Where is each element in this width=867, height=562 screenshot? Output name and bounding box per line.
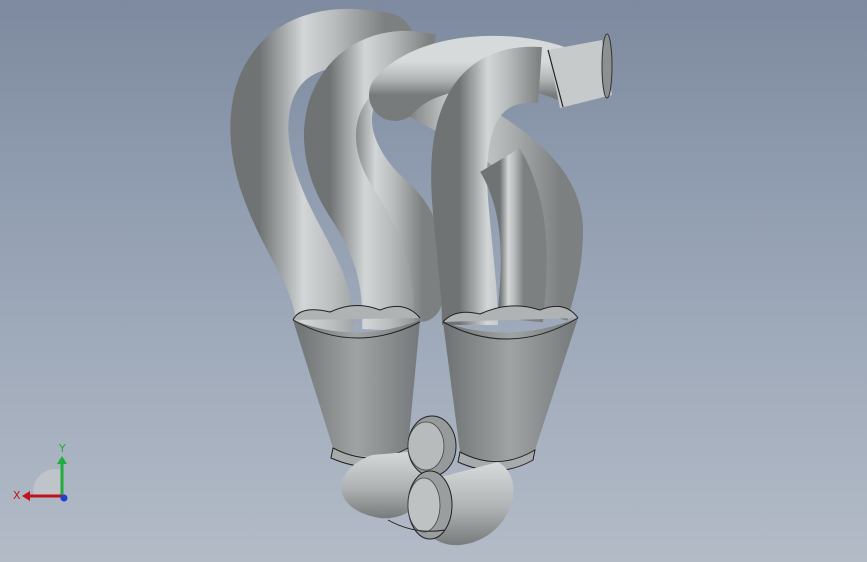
triad-z-axis — [60, 494, 68, 502]
runner-tube-right-2 — [479, 148, 547, 323]
triad-y-arrow — [57, 456, 67, 464]
triad-x-arrow — [22, 491, 30, 501]
triad-x-label: X — [13, 489, 21, 502]
triad-y-label: Y — [58, 442, 66, 455]
orientation-triad: Y X — [13, 442, 68, 502]
triad-shade — [33, 468, 62, 496]
graphics-viewport[interactable]: Y X — [0, 0, 867, 562]
exhaust-header-model[interactable] — [0, 0, 867, 562]
collector-cone-left — [293, 320, 420, 457]
inlet-flange — [601, 33, 613, 99]
